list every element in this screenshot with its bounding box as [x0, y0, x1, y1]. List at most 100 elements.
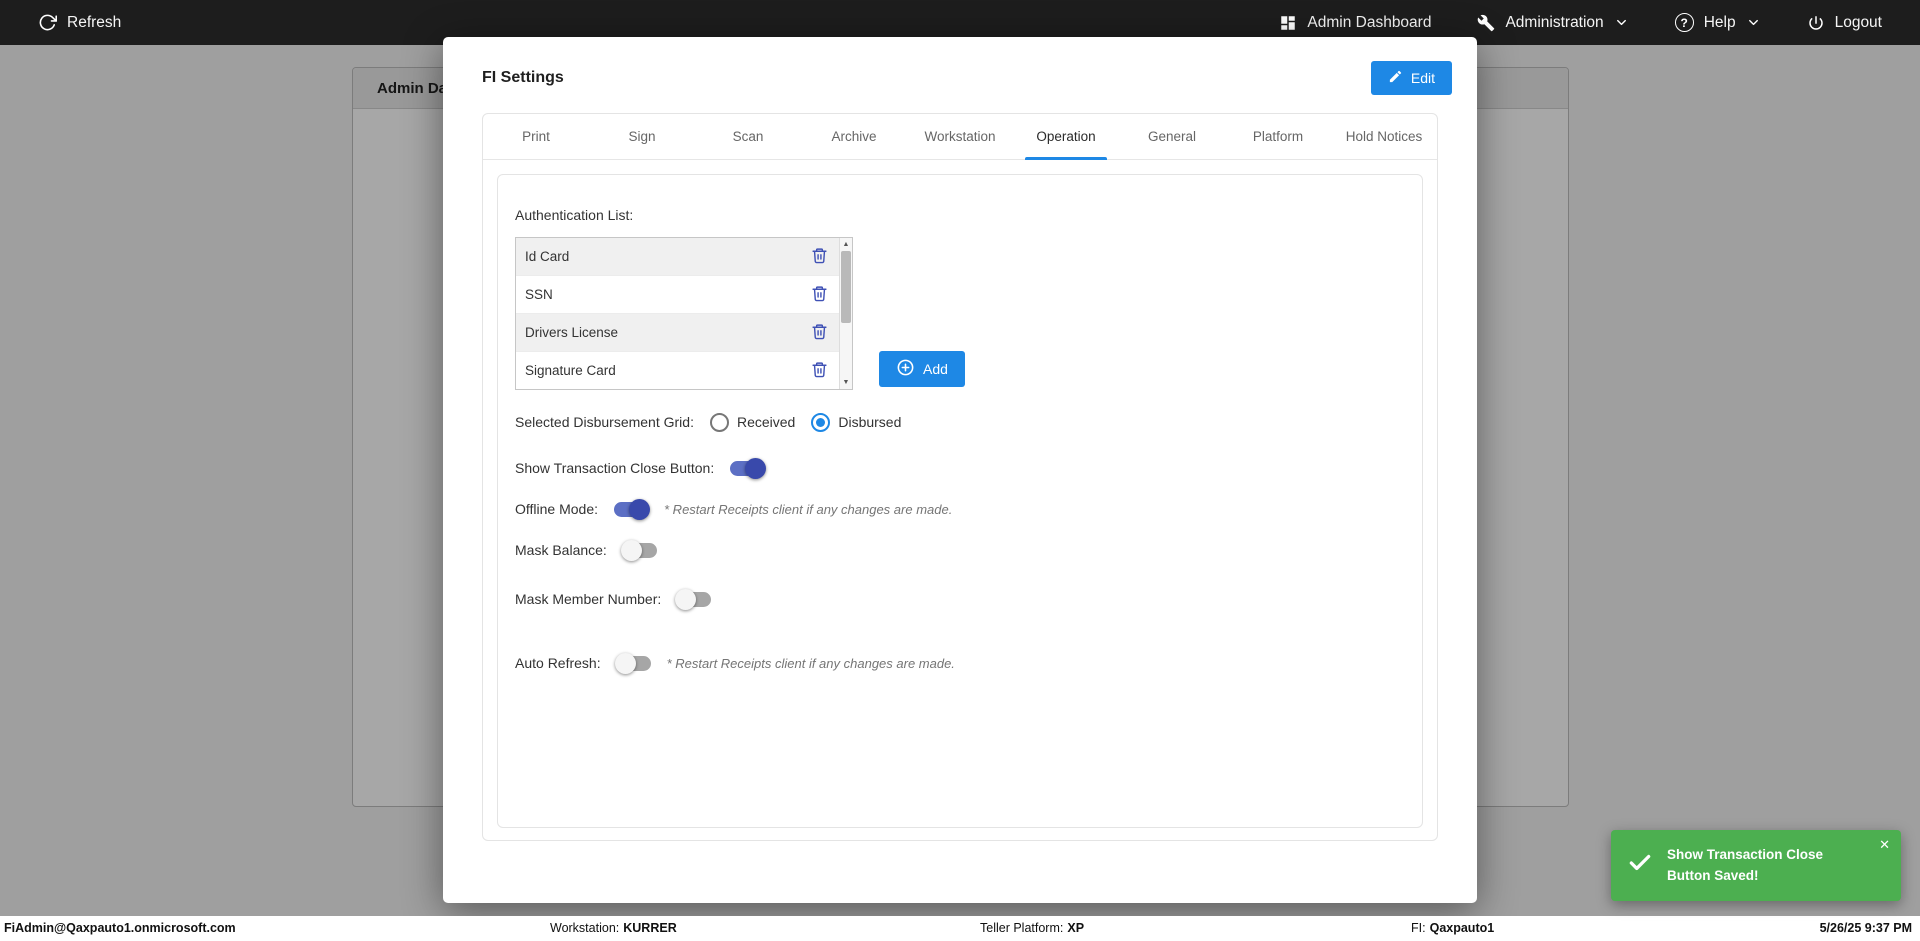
- mask-member-number-row: Mask Member Number:: [515, 586, 712, 612]
- tab-print[interactable]: Print: [483, 114, 589, 159]
- status-user: FiAdmin@Qaxpauto1.onmicrosoft.com: [4, 921, 236, 935]
- toggle-label: Mask Member Number:: [515, 591, 662, 607]
- mask-member-number-toggle[interactable]: [675, 588, 712, 610]
- list-item-label: SSN: [525, 287, 553, 302]
- trash-icon: [811, 285, 828, 305]
- tab-archive[interactable]: Archive: [801, 114, 907, 159]
- save-success-toast: Show Transaction Close Button Saved! ✕: [1611, 830, 1901, 901]
- authentication-listbox: Id Card SSN Drivers License Signature Ca…: [515, 237, 853, 390]
- list-item-label: Drivers License: [525, 325, 619, 340]
- delete-item-button[interactable]: [807, 283, 831, 307]
- list-item[interactable]: Id Card: [516, 238, 839, 276]
- admin-dashboard-nav[interactable]: Admin Dashboard: [1279, 14, 1431, 32]
- list-item[interactable]: Drivers License: [516, 314, 839, 352]
- chevron-down-icon: [1614, 15, 1629, 30]
- status-workstation: Workstation: KURRER: [550, 921, 677, 935]
- tab-label: Scan: [732, 129, 764, 144]
- administration-label: Administration: [1505, 13, 1604, 31]
- radio-unselected-icon[interactable]: [709, 412, 729, 432]
- tab-platform[interactable]: Platform: [1225, 114, 1331, 159]
- list-item-label: Id Card: [525, 249, 570, 264]
- offline-mode-row: Offline Mode: * Restart Receipts client …: [515, 496, 952, 522]
- teller-platform-value: XP: [1067, 921, 1085, 935]
- pencil-icon: [1388, 69, 1403, 87]
- tab-label: Operation: [1036, 129, 1096, 144]
- tab-hold-notices[interactable]: Hold Notices: [1331, 114, 1437, 159]
- disbursement-grid-label: Selected Disbursement Grid:: [515, 414, 694, 430]
- settings-tabs-card: Print Sign Scan Archive Workstation Oper…: [482, 113, 1438, 841]
- workstation-value: KURRER: [623, 921, 677, 935]
- show-transaction-close-toggle[interactable]: [730, 457, 767, 479]
- fi-label: FI:: [1411, 921, 1426, 935]
- scroll-down-arrow-icon[interactable]: [840, 376, 852, 389]
- add-button-label: Add: [923, 361, 948, 377]
- refresh-button[interactable]: Refresh: [38, 13, 121, 32]
- logout-button[interactable]: Logout: [1807, 14, 1882, 32]
- operation-tab-panel: Authentication List: Id Card SSN Drivers…: [497, 174, 1423, 828]
- administration-menu[interactable]: Administration: [1477, 14, 1628, 32]
- radio-option-received[interactable]: Received: [709, 412, 796, 432]
- edit-button-label: Edit: [1410, 70, 1435, 86]
- toggle-label: Show Transaction Close Button:: [515, 460, 715, 476]
- radio-label: Received: [736, 414, 796, 430]
- tab-operation[interactable]: Operation: [1013, 114, 1119, 160]
- delete-item-button[interactable]: [807, 245, 831, 269]
- dialog-header: FI Settings Edit: [443, 37, 1477, 107]
- edit-button[interactable]: Edit: [1370, 61, 1452, 95]
- authentication-list-label: Authentication List:: [515, 207, 634, 223]
- trash-icon: [811, 247, 828, 267]
- radio-label: Disbursed: [838, 414, 902, 430]
- add-button[interactable]: Add: [879, 351, 965, 387]
- auto-refresh-row: Auto Refresh: * Restart Receipts client …: [515, 650, 955, 676]
- authentication-list-rows: Id Card SSN Drivers License Signature Ca…: [516, 238, 839, 389]
- check-icon: [1627, 850, 1653, 881]
- tab-sign[interactable]: Sign: [589, 114, 695, 159]
- list-item-label: Signature Card: [525, 363, 616, 378]
- help-label: Help: [1703, 13, 1736, 31]
- mask-balance-toggle[interactable]: [620, 539, 657, 561]
- trash-icon: [811, 361, 828, 381]
- status-datetime: 5/26/25 9:37 PM: [1819, 921, 1912, 935]
- delete-item-button[interactable]: [807, 321, 831, 345]
- scrollbar-thumb[interactable]: [841, 251, 851, 323]
- fi-settings-dialog: FI Settings Edit Print Sign Scan Archive…: [443, 37, 1477, 903]
- status-bar: FiAdmin@Qaxpauto1.onmicrosoft.com Workst…: [0, 916, 1920, 941]
- toggle-knob: [620, 539, 642, 561]
- tab-general[interactable]: General: [1119, 114, 1225, 159]
- logout-label: Logout: [1834, 13, 1882, 31]
- plus-circle-icon: [896, 358, 915, 380]
- list-item[interactable]: SSN: [516, 276, 839, 314]
- tab-scan[interactable]: Scan: [695, 114, 801, 159]
- mask-balance-row: Mask Balance:: [515, 537, 657, 563]
- help-menu[interactable]: Help: [1674, 13, 1761, 32]
- offline-mode-toggle[interactable]: [614, 498, 651, 520]
- refresh-icon: [38, 13, 57, 32]
- workstation-label: Workstation:: [550, 921, 620, 935]
- dialog-title: FI Settings: [482, 69, 564, 86]
- toast-message: Show Transaction Close Button Saved!: [1667, 846, 1824, 883]
- toast-close-button[interactable]: ✕: [1879, 837, 1890, 853]
- trash-icon: [811, 323, 828, 343]
- chevron-down-icon: [1746, 15, 1761, 30]
- tab-label: Sign: [628, 129, 656, 144]
- toggle-knob: [675, 588, 697, 610]
- show-transaction-close-row: Show Transaction Close Button:: [515, 455, 767, 481]
- tab-workstation[interactable]: Workstation: [907, 114, 1013, 159]
- toggle-label: Auto Refresh:: [515, 655, 601, 671]
- status-teller-platform: Teller Platform: XP: [980, 921, 1084, 935]
- teller-platform-label: Teller Platform:: [980, 921, 1064, 935]
- radio-selected-icon[interactable]: [811, 412, 831, 432]
- list-scrollbar[interactable]: [839, 238, 852, 389]
- refresh-label: Refresh: [67, 13, 122, 31]
- tab-label: Workstation: [924, 129, 996, 144]
- tab-label: Print: [522, 129, 550, 144]
- toggle-label: Mask Balance:: [515, 542, 607, 558]
- radio-option-disbursed[interactable]: Disbursed: [811, 412, 902, 432]
- scroll-up-arrow-icon[interactable]: [840, 238, 852, 251]
- list-item[interactable]: Signature Card: [516, 352, 839, 389]
- status-fi: FI: Qaxpauto1: [1411, 921, 1494, 935]
- delete-item-button[interactable]: [807, 359, 831, 383]
- auto-refresh-toggle[interactable]: [614, 652, 651, 674]
- restart-note: * Restart Receipts client if any changes…: [664, 501, 953, 517]
- tab-label: Archive: [831, 129, 877, 144]
